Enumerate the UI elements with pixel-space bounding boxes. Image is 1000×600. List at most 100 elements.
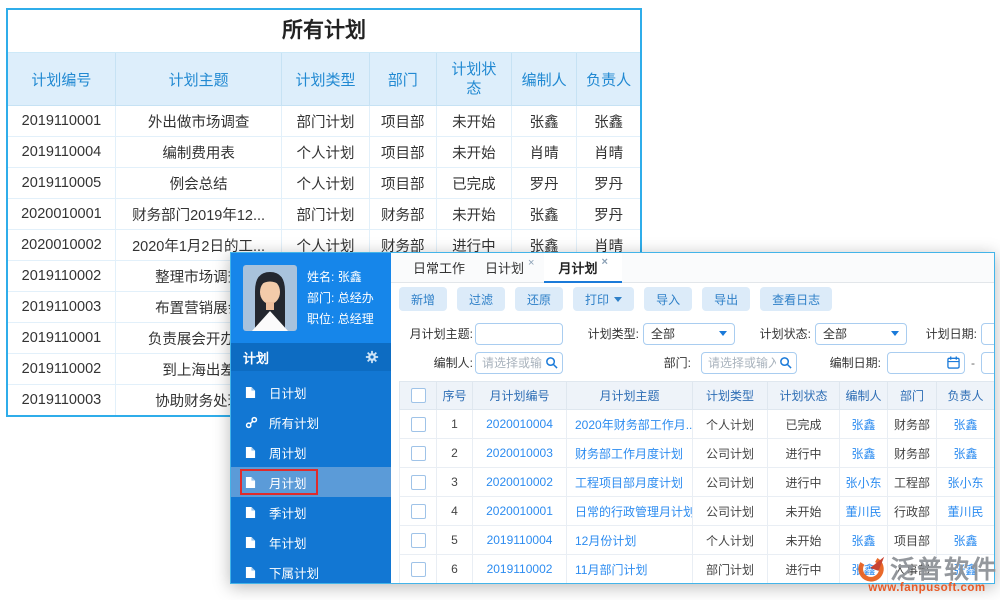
row-checkbox[interactable]: [411, 504, 426, 519]
compile-date-filter-label: 编制日期:: [815, 354, 881, 371]
column-header: 计划类型: [282, 53, 369, 106]
plan-id-link[interactable]: 2019110004: [473, 526, 567, 555]
cell: 2019110004: [8, 137, 115, 168]
owner-link[interactable]: 董川民: [937, 497, 995, 526]
row-checkbox[interactable]: [411, 446, 426, 461]
creator-link[interactable]: 张鑫: [840, 410, 888, 439]
sidebar-item-label: 年计划: [269, 533, 307, 552]
creator-link[interactable]: 张鑫: [840, 555, 888, 584]
cell: 项目部: [888, 526, 937, 555]
print-button[interactable]: 打印: [573, 287, 634, 311]
table-row[interactable]: 2020010001财务部门2019年12...部门计划财务部未开始张鑫罗丹: [8, 199, 640, 230]
sidebar-item-all-plans[interactable]: 所有计划: [231, 407, 391, 437]
dept-filter-input[interactable]: [701, 352, 797, 374]
cell: 肖晴: [577, 137, 640, 168]
cell: 已完成: [436, 168, 511, 199]
cell: 2019110002: [8, 261, 115, 292]
checkbox-cell: [400, 526, 437, 555]
plan-subject-link[interactable]: 日常的行政管理月计划: [567, 497, 693, 526]
cell: 张鑫: [577, 106, 640, 137]
creator-filter-label: 编制人:: [399, 354, 473, 371]
plan-id-link[interactable]: 2020010003: [473, 439, 567, 468]
type-filter-select[interactable]: 全部: [643, 323, 735, 345]
cell: 未开始: [768, 497, 840, 526]
filter-button[interactable]: 过滤: [457, 287, 505, 311]
table-row[interactable]: 22020010003财务部工作月度计划公司计划进行中张鑫财务部张鑫: [400, 439, 995, 468]
tab-month-plan[interactable]: 月计划×: [544, 253, 621, 283]
add-button[interactable]: 新增: [399, 287, 447, 311]
file-icon: [245, 506, 260, 519]
status-filter-select[interactable]: 全部: [815, 323, 907, 345]
sidebar-item-year-plan[interactable]: 年计划: [231, 527, 391, 557]
gear-icon[interactable]: [365, 350, 379, 364]
plan-date-filter-input[interactable]: [981, 323, 994, 345]
column-header: 计划类型: [693, 382, 768, 410]
restore-button[interactable]: 还原: [515, 287, 563, 311]
sidebar-section-label: 计划: [243, 348, 269, 367]
owner-link[interactable]: 张鑫: [937, 526, 995, 555]
row-checkbox[interactable]: [411, 533, 426, 548]
row-checkbox[interactable]: [411, 417, 426, 432]
table-row[interactable]: 42020010001日常的行政管理月计划公司计划未开始董川民行政部董川民: [400, 497, 995, 526]
tab-daily-work[interactable]: 日常工作: [403, 253, 475, 282]
creator-link[interactable]: 张小东: [840, 468, 888, 497]
compile-date-end-input[interactable]: [981, 352, 994, 374]
cell: 未开始: [436, 106, 511, 137]
table-row[interactable]: 6201911000211月部门计划部门计划进行中张鑫人事部张鑫: [400, 555, 995, 584]
subject-filter-label: 月计划主题:: [399, 325, 473, 342]
table-row[interactable]: 32020010002工程项目部月度计划公司计划进行中张小东工程部张小东: [400, 468, 995, 497]
table-row[interactable]: 2019110001外出做市场调查部门计划项目部未开始张鑫张鑫: [8, 106, 640, 137]
plan-id-link[interactable]: 2019110002: [473, 555, 567, 584]
sidebar-item-quarter-plan[interactable]: 季计划: [231, 497, 391, 527]
plan-id-link[interactable]: 2020010001: [473, 497, 567, 526]
creator-link[interactable]: 张鑫: [840, 526, 888, 555]
select-all-checkbox[interactable]: [411, 388, 426, 403]
link-icon: [245, 416, 260, 429]
plan-subject-link[interactable]: 11月部门计划: [567, 555, 693, 584]
plan-id-link[interactable]: 2020010004: [473, 410, 567, 439]
plan-subject-link[interactable]: 12月份计划: [567, 526, 693, 555]
creator-link[interactable]: 董川民: [840, 497, 888, 526]
table-row[interactable]: 2019110004编制费用表个人计划项目部未开始肖晴肖晴: [8, 137, 640, 168]
subject-filter-input[interactable]: [475, 323, 563, 345]
plan-id-link[interactable]: 2020010002: [473, 468, 567, 497]
month-plan-window: 姓名: 张鑫 部门: 总经办 职位: 总经理 计划: [230, 252, 995, 584]
row-checkbox[interactable]: [411, 562, 426, 577]
toolbar: 新增 过滤还原打印导入导出 查看日志: [391, 283, 994, 315]
owner-link[interactable]: 张鑫: [937, 439, 995, 468]
sidebar-item-month-plan[interactable]: 月计划: [231, 467, 391, 497]
cell: 张鑫: [512, 106, 577, 137]
view-log-button[interactable]: 查看日志: [760, 287, 832, 311]
creator-link[interactable]: 张鑫: [840, 439, 888, 468]
sidebar-item-day-plan[interactable]: 日计划: [231, 377, 391, 407]
close-icon[interactable]: ×: [601, 256, 607, 268]
button-label: 查看日志: [772, 291, 820, 308]
compile-date-start-input[interactable]: [887, 352, 965, 374]
table-row[interactable]: 2019110005例会总结个人计划项目部已完成罗丹罗丹: [8, 168, 640, 199]
table-row[interactable]: 120200100042020年财务部工作月...个人计划已完成张鑫财务部张鑫: [400, 410, 995, 439]
row-checkbox[interactable]: [411, 475, 426, 490]
cell: 公司计划: [693, 497, 768, 526]
column-header: 序号: [437, 382, 473, 410]
cell: 6: [437, 555, 473, 584]
plan-subject-link[interactable]: 2020年财务部工作月...: [567, 410, 693, 439]
cell: 2: [437, 439, 473, 468]
sidebar-item-week-plan[interactable]: 周计划: [231, 437, 391, 467]
cell: 财务部: [888, 439, 937, 468]
owner-link[interactable]: 张小东: [937, 468, 995, 497]
import-button[interactable]: 导入: [644, 287, 692, 311]
owner-link[interactable]: 张鑫: [937, 410, 995, 439]
plan-subject-link[interactable]: 财务部工作月度计划: [567, 439, 693, 468]
file-icon: [245, 476, 260, 489]
sidebar-item-sub-plans[interactable]: 下属计划: [231, 557, 391, 583]
checkbox-cell: [400, 468, 437, 497]
close-icon[interactable]: ×: [528, 257, 534, 269]
table-row[interactable]: 5201911000412月份计划个人计划未开始张鑫项目部张鑫: [400, 526, 995, 555]
plan-subject-link[interactable]: 工程项目部月度计划: [567, 468, 693, 497]
export-button[interactable]: 导出: [702, 287, 750, 311]
creator-filter-input[interactable]: [475, 352, 563, 374]
button-label: 新增: [411, 291, 435, 308]
tab-day-plan[interactable]: 日计划×: [475, 253, 544, 282]
owner-link[interactable]: 张鑫: [937, 555, 995, 584]
cell: 财务部: [369, 199, 436, 230]
